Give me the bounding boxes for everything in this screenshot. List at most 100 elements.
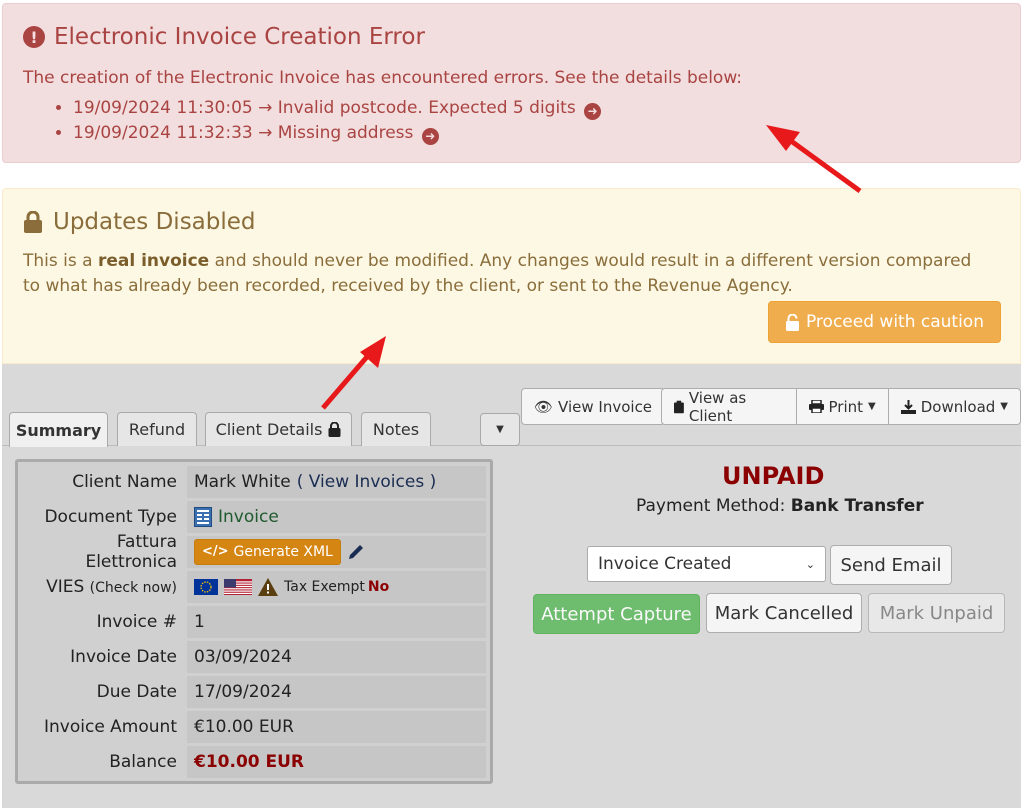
tab-notes-label: Notes [372,420,420,439]
print-label: Print [828,397,864,416]
mark-cancelled-label: Mark Cancelled [714,602,854,624]
invoice-status-select-value: Invoice Created [598,554,732,574]
tab-client-details[interactable]: Client Details [205,412,352,446]
unlock-icon [785,313,799,331]
invoice-number: 1 [187,605,486,638]
tab-client-details-label: Client Details [215,420,323,439]
due-date-label: Due Date [96,681,177,702]
attempt-capture-label: Attempt Capture [541,603,692,625]
tab-refund[interactable]: Refund [117,412,197,446]
invoice-amount-label: Invoice Amount [44,716,177,737]
vies-label-cell: VIES (Check now) [20,577,185,597]
lock-icon [328,422,341,437]
print-icon [808,400,824,413]
send-email-button[interactable]: Send Email [830,545,952,585]
invoice-document-icon [194,506,212,527]
print-button[interactable]: Print ▼ [796,388,889,425]
updates-disabled-alert: Updates Disabled This is a real invoice … [2,188,1021,364]
row-invoice-amount: Invoice Amount €10.00 EUR [20,709,488,744]
vies-label: VIES [46,576,85,597]
error-item-text: 19/09/2024 11:30:05 → Invalid postcode. … [73,98,576,118]
fattura-label: Fattura Elettronica [85,531,177,572]
payment-method-label: Payment Method: [636,496,786,516]
warning-triangle-icon [258,577,278,596]
row-fattura: Fattura Elettronica </> Generate XML [20,531,488,572]
arrow-right-circle-icon[interactable]: ➜ [421,128,439,145]
check-now-link[interactable]: (Check now) [90,580,177,596]
error-title: ! Electronic Invoice Creation Error [23,24,1000,50]
vies-value: Tax Exempt No [187,570,486,603]
download-button[interactable]: Download ▼ [888,388,1021,425]
send-email-label: Send Email [840,554,942,576]
tab-summary[interactable]: Summary [9,412,108,447]
tab-summary-label: Summary [15,420,102,440]
error-alert: ! Electronic Invoice Creation Error The … [2,3,1021,163]
eye-icon: 👁 [534,397,554,416]
error-message: The creation of the Electronic Invoice h… [23,68,743,88]
client-name-label: Client Name [72,471,177,492]
invoice-status: UNPAID [722,462,825,490]
lock-icon [24,211,42,233]
warning-text: This is a real invoice and should never … [23,249,1000,299]
code-icon: </> [202,544,229,559]
download-label: Download [920,397,996,416]
view-invoice-button[interactable]: 👁 View Invoice [521,388,666,425]
view-invoice-label: View Invoice [558,397,653,416]
invoice-date-label: Invoice Date [70,646,177,667]
mark-unpaid-button[interactable]: Mark Unpaid [868,593,1005,633]
balance-label: Balance [109,751,177,772]
mark-unpaid-label: Mark Unpaid [879,602,994,624]
caret-down-icon: ▼ [1000,401,1008,412]
invoice-date: 03/09/2024 [187,640,486,673]
generate-xml-label: Generate XML [233,543,333,560]
chevron-down-icon: ⌄ [805,557,815,571]
warning-title: Updates Disabled [23,209,1000,235]
tab-refund-label: Refund [128,420,186,439]
pencil-icon[interactable] [347,543,365,561]
view-as-client-label: View as Client [688,388,747,425]
eu-flag-icon [194,578,218,595]
row-due-date: Due Date 17/09/2024 [20,674,488,709]
document-type-value: Invoice [187,500,486,533]
view-invoices-link[interactable]: ( View Invoices ) [297,472,436,492]
error-title-text: Electronic Invoice Creation Error [54,24,425,50]
invoice-amount: €10.00 EUR [187,710,486,743]
tax-exempt-label: Tax Exempt [284,578,365,595]
document-type-label: Document Type [44,506,177,527]
invoice-number-label: Invoice # [96,611,177,632]
row-vies: VIES (Check now) Tax Exempt No [20,569,488,604]
proceed-with-caution-button[interactable]: Proceed with caution [767,301,1001,343]
row-document-type: Document Type Invoice [20,499,488,534]
tabs-more-dropdown[interactable]: ▼ [480,413,520,446]
arrow-right-circle-icon[interactable]: ➜ [584,103,602,120]
tax-exempt-value: No [367,578,390,595]
document-type: Invoice [218,506,279,527]
balance: €10.00 EUR [187,745,486,778]
view-invoice-group: 👁 View Invoice [521,388,666,425]
due-date: 17/09/2024 [187,675,486,708]
client-name: Mark White [194,471,291,492]
row-invoice-date: Invoice Date 03/09/2024 [20,639,488,674]
mark-cancelled-button[interactable]: Mark Cancelled [706,593,862,633]
error-list: 19/09/2024 11:30:05 → Invalid postcode. … [23,96,1000,146]
payment-method-value: Bank Transfer [790,496,924,516]
exclamation-circle-icon: ! [23,26,45,48]
tab-notes[interactable]: Notes [361,412,431,446]
summary-table: Client Name Mark White ( View Invoices )… [15,459,493,784]
attempt-capture-button[interactable]: Attempt Capture [533,594,700,634]
row-balance: Balance €10.00 EUR [20,744,488,779]
warning-text-part: This is a [23,251,98,271]
caret-down-icon: ▼ [868,401,876,412]
us-flag-icon [224,578,252,595]
invoice-status-select[interactable]: Invoice Created ⌄ [587,546,826,582]
caret-down-icon: ▼ [496,424,504,435]
toolbar-button-group: View as Client Print ▼ Download ▼ [661,388,1021,425]
view-as-client-button[interactable]: View as Client [661,388,797,425]
client-name-value: Mark White ( View Invoices ) [187,465,486,498]
error-item-text: 19/09/2024 11:32:33 → Missing address [73,123,414,143]
payment-method: Payment Method: Bank Transfer [636,496,924,516]
row-client-name: Client Name Mark White ( View Invoices ) [20,464,488,499]
generate-xml-button[interactable]: </> Generate XML [194,538,341,565]
clipboard-icon [674,400,684,413]
fattura-value: </> Generate XML [187,535,486,568]
